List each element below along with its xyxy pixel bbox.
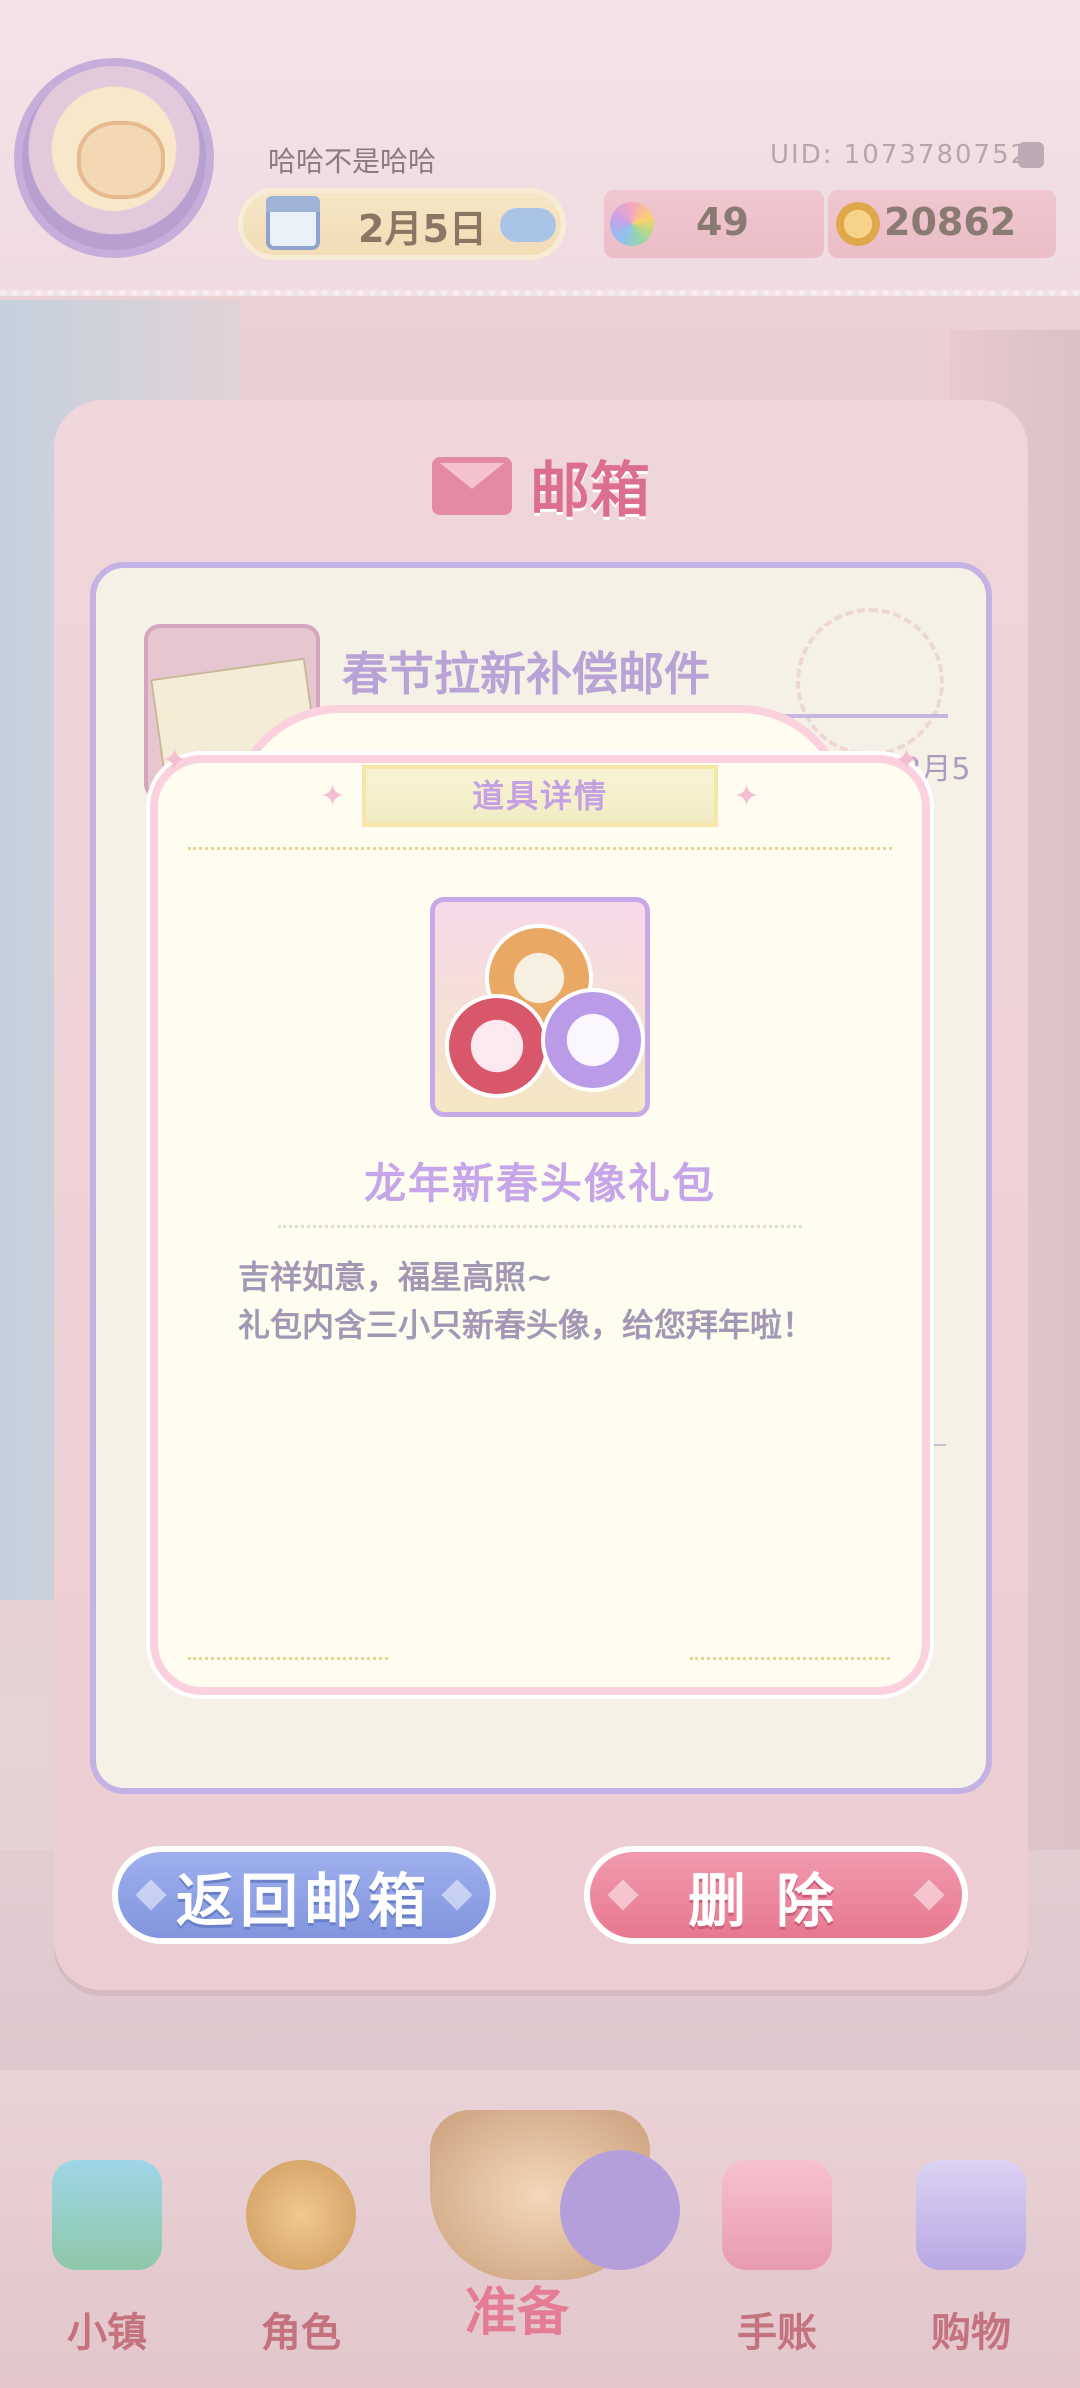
nav-item-prepare[interactable]: 准备 bbox=[390, 2070, 690, 2370]
sparkle-icon: ✦ bbox=[162, 743, 188, 778]
avatar[interactable] bbox=[14, 58, 214, 258]
diamond-icon bbox=[135, 1879, 167, 1911]
copy-icon[interactable] bbox=[1018, 142, 1044, 168]
character-icon bbox=[246, 2160, 356, 2270]
description-line: 礼包内含三小只新春头像，给您拜年啦！ bbox=[238, 1306, 815, 1344]
sparkle-icon: ✦ bbox=[894, 743, 920, 778]
envelope-icon bbox=[432, 456, 512, 515]
gem-count: 49 bbox=[696, 200, 749, 244]
nav-item-shop[interactable]: 购物 bbox=[896, 2130, 1046, 2370]
coin-count: 20862 bbox=[884, 200, 1017, 244]
date-text: 2月5日 bbox=[358, 207, 487, 251]
panda-badge-icon bbox=[445, 994, 549, 1098]
item-detail-header: 道具详情 bbox=[362, 765, 718, 827]
gem-counter[interactable]: 49 bbox=[604, 190, 824, 258]
map-icon bbox=[52, 2160, 162, 2270]
diamond-icon bbox=[607, 1879, 639, 1911]
diamond-icon bbox=[913, 1879, 945, 1911]
nav-label: 手账 bbox=[737, 2310, 817, 2356]
diamond-icon bbox=[441, 1879, 473, 1911]
dotted-divider bbox=[278, 1225, 802, 1228]
mailbox-title-text: 邮箱 bbox=[530, 456, 650, 526]
dotted-divider bbox=[690, 1657, 890, 1660]
avatar-face-icon bbox=[77, 121, 165, 199]
item-detail-popup[interactable]: ✦ ✦ ✦ ✦ 道具详情 龙年新春头像礼包 吉祥如意，福星高照~ 礼包内含三小只… bbox=[150, 705, 930, 1695]
description-line: 吉祥如意，福星高照~ bbox=[238, 1258, 553, 1296]
delete-button[interactable]: 删除 bbox=[584, 1846, 968, 1944]
shopping-bag-icon bbox=[916, 2160, 1026, 2270]
nav-item-town[interactable]: 小镇 bbox=[32, 2130, 182, 2370]
coin-icon bbox=[836, 202, 880, 246]
date-pill[interactable]: 2月5日 bbox=[238, 188, 566, 260]
dotted-divider bbox=[188, 847, 892, 850]
nav-label: 角色 bbox=[261, 2310, 341, 2356]
nav-label: 准备 bbox=[465, 2283, 570, 2343]
bunny-badge-icon bbox=[541, 988, 645, 1092]
nav-item-journal[interactable]: 手账 bbox=[702, 2130, 852, 2370]
sparkle-icon: ✦ bbox=[734, 779, 760, 814]
hat-icon bbox=[560, 2150, 680, 2270]
avatar-pack-icon bbox=[430, 897, 650, 1117]
journal-icon bbox=[722, 2160, 832, 2270]
nav-label: 购物 bbox=[931, 2310, 1011, 2356]
item-name: 龙年新春头像礼包 bbox=[363, 1159, 716, 1208]
item-description: 吉祥如意，福星高照~ 礼包内含三小只新春头像，给您拜年啦！ bbox=[238, 1253, 858, 1349]
calendar-icon bbox=[266, 196, 320, 250]
sparkle-icon: ✦ bbox=[320, 779, 346, 814]
cloud-weather-icon bbox=[500, 208, 556, 242]
delete-button-label: 删除 bbox=[687, 1867, 864, 1935]
nav-item-character[interactable]: 角色 bbox=[226, 2130, 376, 2370]
bottom-nav: 小镇 角色 准备 手账 购物 bbox=[0, 2070, 1080, 2388]
top-hud: 哈哈不是哈哈 UID: 1073780752 2月5日 49 20862 bbox=[0, 0, 1080, 296]
coin-counter[interactable]: 20862 bbox=[828, 190, 1056, 258]
username: 哈哈不是哈哈 bbox=[268, 145, 437, 178]
gem-icon bbox=[610, 202, 654, 246]
mail-subject: 春节拉新补偿邮件 bbox=[342, 647, 710, 701]
back-to-mailbox-button[interactable]: 返回邮箱 bbox=[112, 1846, 496, 1944]
dotted-divider bbox=[188, 1657, 388, 1660]
back-button-label: 返回邮箱 bbox=[175, 1867, 432, 1935]
nav-label: 小镇 bbox=[67, 2310, 147, 2356]
mailbox-title: 邮箱 bbox=[54, 442, 1028, 529]
uid-text: UID: 1073780752 bbox=[770, 140, 1030, 170]
